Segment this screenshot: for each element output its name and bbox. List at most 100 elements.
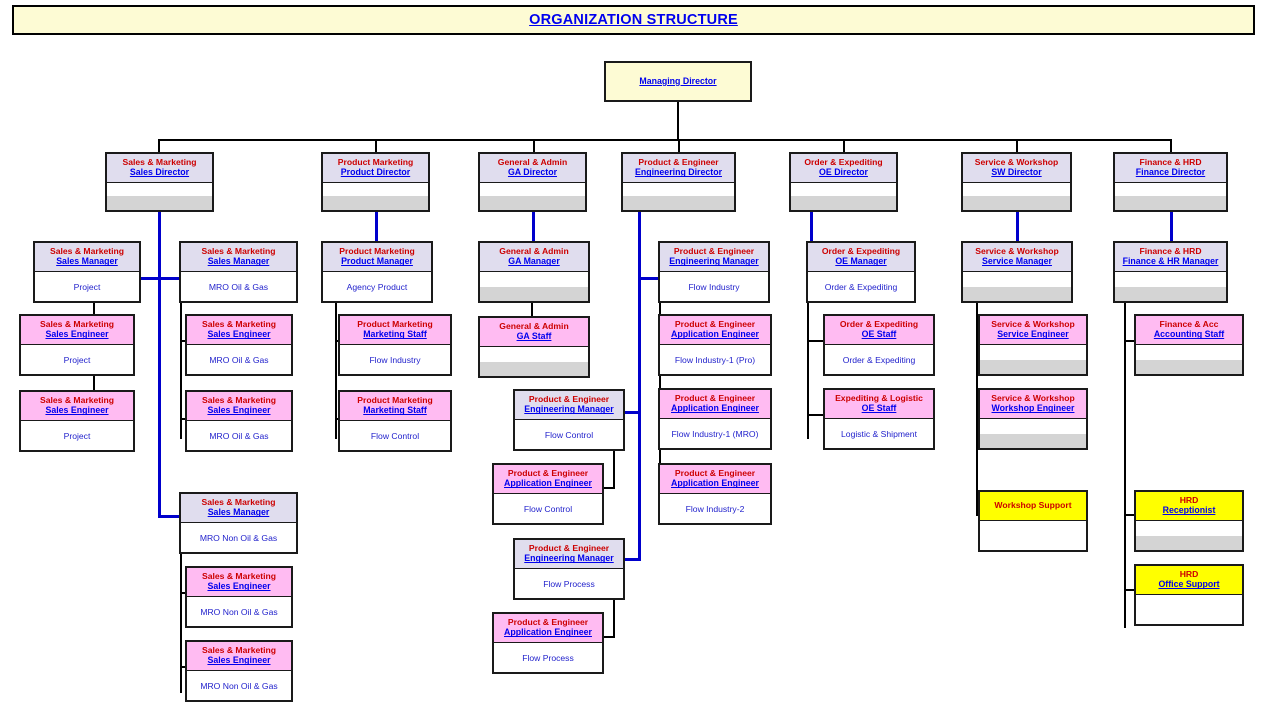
- node-sw-director[interactable]: Service & Workshop SW Director: [961, 152, 1072, 212]
- node-detail: Flow Industry: [369, 354, 421, 365]
- node-engineering-manager-flow-control[interactable]: Product & Engineer Engineering Manager F…: [513, 389, 625, 451]
- node-application-engineer-flow-industry-1-mro[interactable]: Product & Engineer Application Engineer …: [658, 388, 772, 450]
- node-detail: Flow Industry-1 (MRO): [671, 428, 759, 439]
- node-ga-director[interactable]: General & Admin GA Director: [478, 152, 587, 212]
- node-detail-row: [623, 183, 734, 196]
- node-role: Workshop Engineer: [991, 403, 1075, 414]
- node-role: GA Manager: [508, 256, 560, 267]
- node-header: Service & Workshop SW Director: [963, 154, 1070, 182]
- node-detail-row: [1136, 595, 1242, 624]
- connector-drop-d6: [1016, 139, 1018, 152]
- node-detail-row: Flow Industry-2: [660, 494, 770, 523]
- node-detail-row: Order & Expediting: [808, 272, 914, 301]
- node-oe-director[interactable]: Order & Expediting OE Director: [789, 152, 898, 212]
- node-sales-director[interactable]: Sales & Marketing Sales Director: [105, 152, 214, 212]
- node-detail: Logistic & Shipment: [841, 428, 917, 439]
- node-role: GA Director: [507, 167, 558, 178]
- node-detail: Project: [63, 354, 91, 365]
- node-role: OE Manager: [835, 256, 887, 267]
- node-oe-staff-1[interactable]: Order & Expediting OE Staff Order & Expe…: [823, 314, 935, 376]
- node-application-engineer-flow-industry-1-pro[interactable]: Product & Engineer Application Engineer …: [658, 314, 772, 376]
- node-dept: Product & Engineer: [674, 393, 756, 404]
- node-sales-engineer-project-1[interactable]: Sales & Marketing Sales Engineer Project: [19, 314, 135, 376]
- node-sales-engineer-project-2[interactable]: Sales & Marketing Sales Engineer Project: [19, 390, 135, 452]
- node-oe-staff-2[interactable]: Expediting & Logistic OE Staff Logistic …: [823, 388, 935, 450]
- node-gray-row: [323, 196, 428, 210]
- node-gray-row: [623, 196, 734, 210]
- connector-oe-spine: [807, 303, 809, 439]
- node-body: [1136, 594, 1242, 624]
- node-header: HRD Office Support: [1136, 566, 1242, 594]
- node-dept: Sales & Marketing: [201, 319, 277, 330]
- node-header: Service & Workshop Workshop Engineer: [980, 390, 1086, 418]
- node-body: Project: [21, 344, 133, 374]
- node-product-director[interactable]: Product Marketing Product Director: [321, 152, 430, 212]
- node-detail: MRO Non Oil & Gas: [199, 532, 278, 543]
- node-sales-manager-project[interactable]: Sales & Marketing Sales Manager Project: [33, 241, 141, 303]
- connector-blue-engineering: [638, 212, 641, 243]
- node-body: [980, 418, 1086, 448]
- node-ga-manager[interactable]: General & Admin GA Manager: [478, 241, 590, 303]
- node-detail-row: [1115, 272, 1226, 287]
- node-oe-manager[interactable]: Order & Expediting OE Manager Order & Ex…: [806, 241, 916, 303]
- connector-blue-sales: [158, 212, 161, 243]
- node-detail-row: [107, 183, 212, 196]
- node-service-manager[interactable]: Service & Workshop Service Manager: [961, 241, 1073, 303]
- node-engineering-manager-flow-industry[interactable]: Product & Engineer Engineering Manager F…: [658, 241, 770, 303]
- node-finance-director[interactable]: Finance & HRD Finance Director: [1113, 152, 1228, 212]
- node-role: Engineering Director: [634, 167, 722, 178]
- node-header: Finance & HRD Finance & HR Manager: [1115, 243, 1226, 271]
- node-accounting-staff[interactable]: Finance & Acc Accounting Staff: [1134, 314, 1244, 376]
- node-workshop-engineer[interactable]: Service & Workshop Workshop Engineer: [978, 388, 1088, 450]
- node-detail-row: [963, 272, 1071, 287]
- node-marketing-staff-2[interactable]: Product Marketing Marketing Staff Flow C…: [338, 390, 452, 452]
- node-ga-staff[interactable]: General & Admin GA Staff: [478, 316, 590, 378]
- node-dept: General & Admin: [497, 157, 568, 168]
- node-managing-director[interactable]: Managing Director: [604, 61, 752, 102]
- node-sales-manager-mro-oil[interactable]: Sales & Marketing Sales Manager MRO Oil …: [179, 241, 298, 303]
- node-dept: Sales & Marketing: [39, 319, 115, 330]
- node-header: Order & Expediting OE Director: [791, 154, 896, 182]
- node-body: MRO Non Oil & Gas: [187, 596, 291, 626]
- node-application-engineer-flow-control[interactable]: Product & Engineer Application Engineer …: [492, 463, 604, 525]
- node-detail-row: [1136, 345, 1242, 360]
- node-product-manager[interactable]: Product Marketing Product Manager Agency…: [321, 241, 433, 303]
- node-dept: Service & Workshop: [974, 157, 1059, 168]
- node-header: Product & Engineer Engineering Director: [623, 154, 734, 182]
- node-marketing-staff-1[interactable]: Product Marketing Marketing Staff Flow I…: [338, 314, 452, 376]
- node-dept: Sales & Marketing: [201, 645, 277, 656]
- node-application-engineer-flow-process[interactable]: Product & Engineer Application Engineer …: [492, 612, 604, 674]
- node-sales-engineer-mro-oil-1[interactable]: Sales & Marketing Sales Engineer MRO Oil…: [185, 314, 293, 376]
- node-detail-row: Flow Industry-1 (Pro): [660, 345, 770, 374]
- node-finance-hr-manager[interactable]: Finance & HRD Finance & HR Manager: [1113, 241, 1228, 303]
- node-body: [980, 520, 1086, 550]
- node-role: Sales Manager: [207, 507, 270, 518]
- node-sales-engineer-mro-nonoil-2[interactable]: Sales & Marketing Sales Engineer MRO Non…: [185, 640, 293, 702]
- node-detail: Flow Control: [544, 429, 594, 440]
- connector-blue-sales-to-mgr2: [158, 277, 180, 280]
- node-detail-row: Flow Process: [494, 643, 602, 672]
- node-sales-manager-mro-nonoil[interactable]: Sales & Marketing Sales Manager MRO Non …: [179, 492, 298, 554]
- node-role: SW Director: [991, 167, 1042, 178]
- node-detail: Flow Control: [370, 430, 420, 441]
- node-detail-row: Logistic & Shipment: [825, 419, 933, 448]
- node-workshop-support[interactable]: Workshop Support: [978, 490, 1088, 552]
- node-service-engineer[interactable]: Service & Workshop Service Engineer: [978, 314, 1088, 376]
- node-body: Project: [35, 271, 139, 301]
- node-sales-engineer-mro-oil-2[interactable]: Sales & Marketing Sales Engineer MRO Oil…: [185, 390, 293, 452]
- node-hrd-office-support[interactable]: HRD Office Support: [1134, 564, 1244, 626]
- node-sales-engineer-mro-nonoil-1[interactable]: Sales & Marketing Sales Engineer MRO Non…: [185, 566, 293, 628]
- node-role: Product Director: [340, 167, 411, 178]
- node-application-engineer-flow-industry-2[interactable]: Product & Engineer Application Engineer …: [658, 463, 772, 525]
- node-dept: Sales & Marketing: [39, 395, 115, 406]
- node-detail-row: Agency Product: [323, 272, 431, 301]
- node-body: MRO Oil & Gas: [187, 344, 291, 374]
- node-header: Order & Expediting OE Staff: [825, 316, 933, 344]
- node-body: [480, 346, 588, 376]
- node-header: Service & Workshop Service Manager: [963, 243, 1071, 271]
- page-title-text: ORGANIZATION STRUCTURE: [529, 12, 738, 28]
- node-hrd-receptionist[interactable]: HRD Receptionist: [1134, 490, 1244, 552]
- node-engineering-director[interactable]: Product & Engineer Engineering Director: [621, 152, 736, 212]
- node-engineering-manager-flow-process[interactable]: Product & Engineer Engineering Manager F…: [513, 538, 625, 600]
- node-gray-row: [1115, 287, 1226, 301]
